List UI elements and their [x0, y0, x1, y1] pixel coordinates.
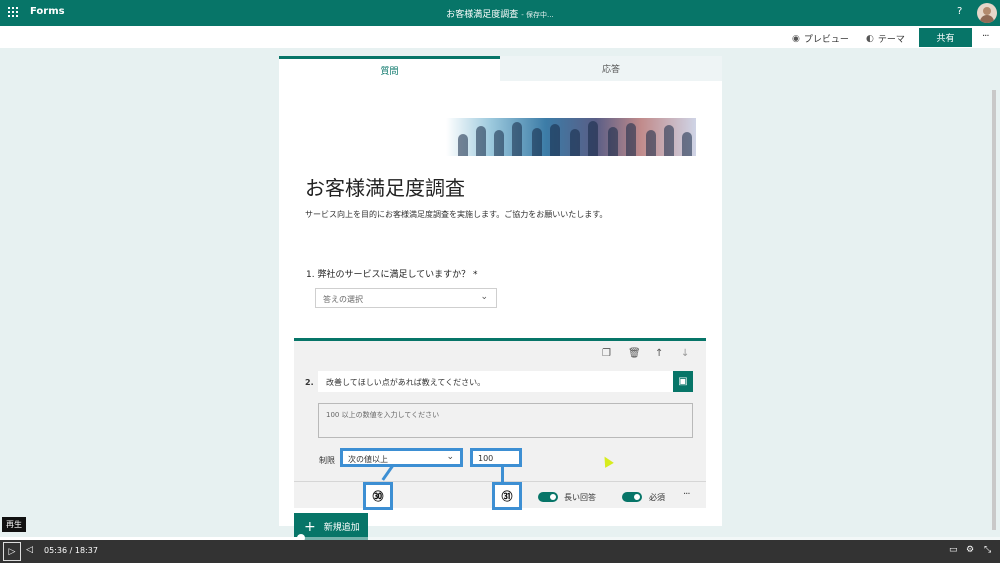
help-icon[interactable]: ? — [957, 6, 962, 17]
restriction-condition-value: 次の値以上 — [348, 455, 388, 464]
vertical-scrollbar[interactable] — [992, 90, 996, 530]
long-answer-label: 長い回答 — [564, 493, 596, 502]
question-more-options-icon[interactable]: ··· — [683, 489, 690, 500]
question-1-label[interactable]: 1. 弊社のサービスに満足していますか？ * — [306, 267, 478, 280]
move-down-icon[interactable]: ↓ — [681, 348, 689, 359]
callout-badge: ㉛ — [492, 482, 522, 510]
insert-media-button[interactable]: ▣ — [673, 371, 693, 392]
required-toggle[interactable] — [622, 492, 642, 502]
tab-questions[interactable]: 質問 — [279, 56, 500, 81]
current-time: 05:36 — [44, 546, 68, 555]
question-1-dropdown[interactable]: 答えの選択 ⌄ — [315, 288, 497, 308]
form-title: お客様満足度調査 - 保存中... — [0, 7, 1000, 20]
theme-button[interactable]: ◐ テーマ — [866, 32, 905, 46]
share-button[interactable]: 共有 — [919, 28, 972, 47]
move-up-icon[interactable]: ↑ — [655, 348, 663, 359]
long-answer-toggle[interactable] — [538, 492, 558, 502]
eye-icon: ◉ — [792, 33, 800, 44]
callout-badge: ㉚ — [363, 482, 393, 510]
duration: 18:37 — [74, 546, 98, 555]
question-2-text-input[interactable]: 改善してほしい点があれば教えてください。 — [318, 371, 674, 392]
palette-icon: ◐ — [866, 33, 874, 44]
chevron-down-icon: ⌄ — [446, 452, 454, 462]
tab-bar: 質問 応答 — [279, 56, 722, 81]
form-card: 質問 応答 お客様満足度調査 サービス向上を目的にお客様満足度調査を実施します。… — [279, 56, 722, 526]
delete-icon[interactable]: 🗑 — [628, 348, 641, 359]
callout-connector — [501, 466, 504, 483]
fullscreen-icon[interactable]: ⤡ — [984, 545, 991, 555]
time-display: 05:36 / 18:37 — [44, 546, 98, 555]
play-icon: ▷ — [8, 546, 16, 557]
restriction-condition-dropdown[interactable]: 次の値以上 ⌄ — [340, 448, 463, 467]
restriction-value-input[interactable]: 100 — [470, 448, 522, 467]
required-label: 必須 — [649, 493, 665, 502]
tab-responses[interactable]: 応答 — [500, 56, 722, 81]
add-new-label: 新規追加 — [323, 523, 360, 533]
play-button[interactable]: ▷ — [3, 542, 21, 561]
add-new-button[interactable]: + 新規追加 — [294, 513, 368, 540]
app-header: Forms お客様満足度調査 - 保存中... ? — [0, 0, 1000, 26]
save-status: - 保存中... — [521, 11, 554, 19]
preview-button[interactable]: ◉ プレビュー — [792, 32, 849, 46]
copy-icon[interactable]: ❐ — [602, 348, 611, 359]
answer-textarea[interactable]: 100 以上の数値を入力してください — [318, 403, 693, 438]
video-player-controls: ▷ ◁ 05:36 / 18:37 ▭ ⚙ ⤡ — [0, 540, 1000, 563]
time-separator: / — [69, 546, 73, 555]
chevron-down-icon: ⌄ — [480, 292, 488, 302]
question-1-placeholder: 答えの選択 — [323, 295, 363, 304]
volume-icon[interactable]: ◁ — [26, 545, 33, 555]
captions-icon[interactable]: ▭ — [949, 545, 958, 555]
question-2-number: 2. — [305, 378, 314, 387]
survey-title[interactable]: お客様満足度調査 — [305, 172, 465, 201]
survey-description[interactable]: サービス向上を目的にお客様満足度調査を実施します。ご協力をお願いいたします。 — [305, 209, 607, 220]
more-options-icon[interactable]: ··· — [982, 31, 989, 42]
form-title-text: お客様満足度調査 — [446, 10, 519, 20]
header-banner-image — [446, 118, 696, 156]
avatar[interactable] — [977, 3, 997, 23]
play-tooltip: 再生 — [2, 517, 26, 532]
restriction-label: 制限 — [319, 456, 335, 465]
theme-label: テーマ — [877, 35, 905, 45]
command-bar: ◉ プレビュー ◐ テーマ 共有 ··· — [0, 26, 1000, 48]
image-icon: ▣ — [678, 376, 688, 387]
settings-icon[interactable]: ⚙ — [966, 545, 974, 555]
preview-label: プレビュー — [803, 35, 849, 45]
plus-icon: + — [304, 518, 316, 535]
